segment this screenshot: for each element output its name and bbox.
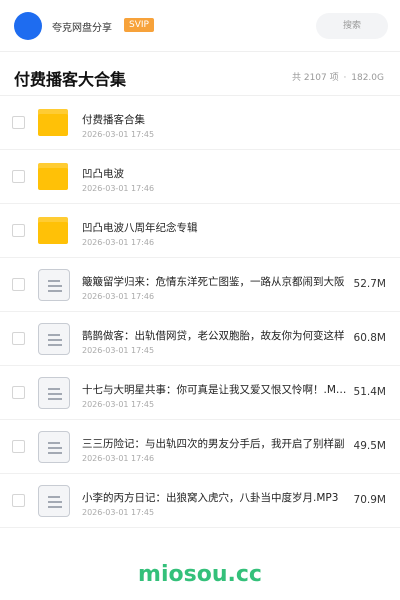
item-size: 60.8M bbox=[353, 332, 386, 344]
row-checkbox[interactable] bbox=[12, 386, 25, 399]
list-item[interactable]: 小李的丙方日记：出狼窝入虎穴，八卦当中度岁月.MP3 2026-03-01 17… bbox=[0, 474, 400, 528]
item-date: 2026-03-01 17:45 bbox=[82, 400, 155, 409]
item-name: 簸簸留学归来：危情东洋死亡图鉴，一路从京都闹到大阪 bbox=[82, 276, 345, 288]
item-size: 49.5M bbox=[353, 440, 386, 452]
row-checkbox[interactable] bbox=[12, 494, 25, 507]
item-size: 51.4M bbox=[353, 386, 386, 398]
folder-icon bbox=[38, 163, 68, 190]
document-icon bbox=[38, 485, 70, 517]
item-date: 2026-03-01 17:46 bbox=[82, 292, 155, 301]
username: 夸克网盘分享 bbox=[52, 23, 112, 34]
row-checkbox[interactable] bbox=[12, 278, 25, 291]
item-date: 2026-03-01 17:45 bbox=[82, 346, 155, 355]
top-bar: 夸克网盘分享 SVIP 搜索 bbox=[0, 0, 400, 52]
svip-badge: SVIP bbox=[124, 18, 154, 32]
avatar[interactable] bbox=[14, 12, 42, 40]
summary: 共 2107 项 · 182.0G bbox=[292, 70, 386, 83]
file-list: 付费播客合集 2026-03-01 17:45 凹凸电波 2026-03-01 … bbox=[0, 96, 400, 528]
item-date: 2026-03-01 17:45 bbox=[82, 508, 155, 517]
list-item[interactable]: 十七与大明星共事：你可真是让我又爱又恨又怜啊！.M… 2026-03-01 17… bbox=[0, 366, 400, 420]
item-name: 凹凸电波 bbox=[82, 168, 124, 180]
item-date: 2026-03-01 17:46 bbox=[82, 238, 155, 247]
row-checkbox[interactable] bbox=[12, 224, 25, 237]
total-size: 182.0G bbox=[351, 73, 384, 83]
list-item[interactable]: 鹊鹊做客：出轨借网贷，老公双胞胎，故友你为何变这样 2026-03-01 17:… bbox=[0, 312, 400, 366]
list-item[interactable]: 付费播客合集 2026-03-01 17:45 bbox=[0, 96, 400, 150]
document-icon bbox=[38, 377, 70, 409]
document-icon bbox=[38, 269, 70, 301]
item-size: 52.7M bbox=[353, 278, 386, 290]
list-item[interactable]: 凹凸电波 2026-03-01 17:46 bbox=[0, 150, 400, 204]
item-name: 三三历险记：与出轨四次的男友分手后，我开启了别样副 bbox=[82, 438, 345, 450]
item-date: 2026-03-01 17:46 bbox=[82, 184, 155, 193]
folder-icon bbox=[38, 217, 68, 244]
list-item[interactable]: 簸簸留学归来：危情东洋死亡图鉴，一路从京都闹到大阪 2026-03-01 17:… bbox=[0, 258, 400, 312]
summary-separator: · bbox=[343, 73, 347, 83]
page-title: 付费播客大合集 bbox=[14, 70, 127, 89]
item-name: 凹凸电波八周年纪念专辑 bbox=[82, 222, 198, 234]
row-checkbox[interactable] bbox=[12, 116, 25, 129]
watermark: miosou.cc bbox=[138, 562, 262, 587]
folder-icon bbox=[38, 109, 68, 136]
item-date: 2026-03-01 17:45 bbox=[82, 130, 155, 139]
list-item[interactable]: 凹凸电波八周年纪念专辑 2026-03-01 17:46 bbox=[0, 204, 400, 258]
list-item[interactable]: 三三历险记：与出轨四次的男友分手后，我开启了别样副 2026-03-01 17:… bbox=[0, 420, 400, 474]
title-row: 付费播客大合集 共 2107 项 · 182.0G bbox=[0, 52, 400, 96]
item-date: 2026-03-01 17:46 bbox=[82, 454, 155, 463]
item-name: 小李的丙方日记：出狼窝入虎穴，八卦当中度岁月.MP3 bbox=[82, 492, 339, 504]
row-checkbox[interactable] bbox=[12, 332, 25, 345]
item-name: 付费播客合集 bbox=[82, 114, 145, 126]
row-checkbox[interactable] bbox=[12, 440, 25, 453]
document-icon bbox=[38, 323, 70, 355]
item-name: 鹊鹊做客：出轨借网贷，老公双胞胎，故友你为何变这样 bbox=[82, 330, 345, 342]
row-checkbox[interactable] bbox=[12, 170, 25, 183]
document-icon bbox=[38, 431, 70, 463]
search-input[interactable]: 搜索 bbox=[316, 13, 388, 39]
item-name: 十七与大明星共事：你可真是让我又爱又恨又怜啊！.M… bbox=[82, 384, 347, 396]
item-size: 70.9M bbox=[353, 494, 386, 506]
item-count: 共 2107 项 bbox=[291, 73, 339, 83]
